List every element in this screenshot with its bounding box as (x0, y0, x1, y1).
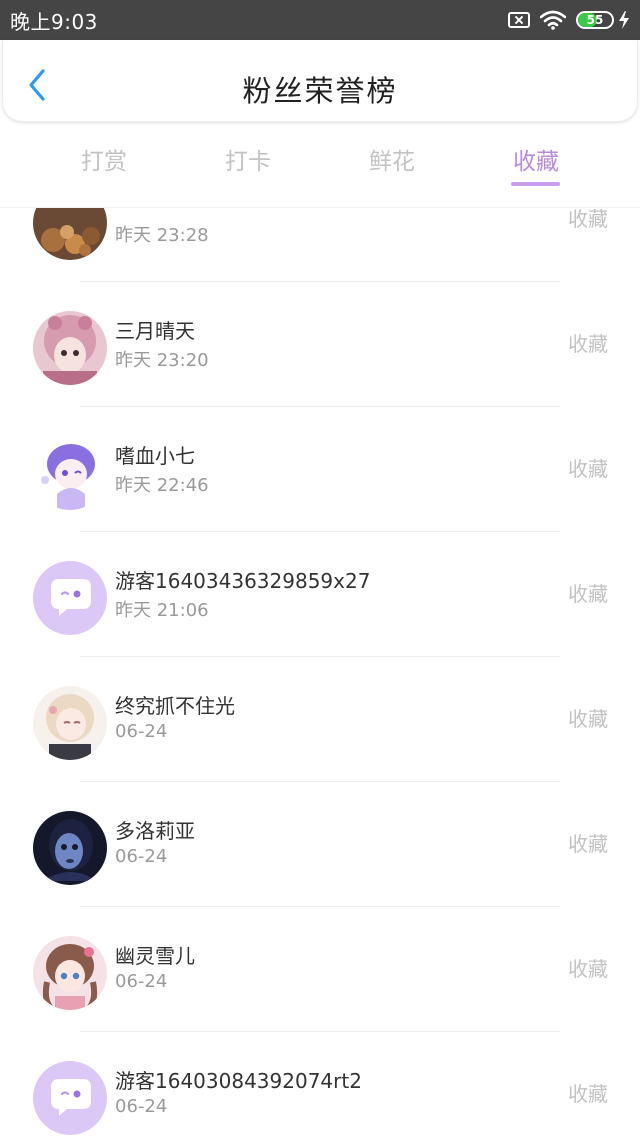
list-item[interactable]: 昨天 23:28 收藏 (0, 208, 640, 282)
list-item[interactable]: 游客16403084392074rt2 06-24 收藏 (0, 1032, 640, 1138)
list-item[interactable]: 幽灵雪儿 06-24 收藏 (0, 907, 640, 1032)
favorite-action[interactable]: 收藏 (568, 953, 608, 982)
user-name: 多洛莉亚 (115, 819, 195, 843)
battery-icon: 55 (576, 11, 630, 29)
timestamp: 昨天 22:46 (115, 475, 209, 496)
tab-favorites[interactable]: 收藏 (464, 142, 608, 176)
favorite-action[interactable]: 收藏 (568, 208, 608, 232)
status-bar: 晚上9:03 55 (0, 0, 640, 40)
favorite-action[interactable]: 收藏 (568, 578, 608, 607)
battery-level-text: 55 (586, 13, 604, 27)
guest-chat-bubble-avatar[interactable] (33, 1061, 107, 1135)
timestamp: 昨天 23:20 (115, 350, 209, 371)
status-icons: 55 (508, 10, 630, 30)
user-name: 游客16403084392074rt2 (115, 1069, 362, 1093)
tab-checkin[interactable]: 打卡 (176, 142, 320, 176)
user-name: 嗜血小七 (115, 444, 195, 468)
tab-flowers[interactable]: 鲜花 (320, 142, 464, 176)
favorite-action[interactable]: 收藏 (568, 828, 608, 857)
anime-girl-avatar[interactable] (33, 936, 107, 1010)
charging-icon (619, 11, 629, 29)
active-tab-indicator (511, 182, 560, 186)
user-name: 游客16403436329859x27 (115, 569, 371, 593)
food-photo-avatar[interactable] (33, 208, 107, 260)
user-name: 三月晴天 (115, 319, 195, 343)
blue-face-avatar[interactable] (33, 811, 107, 885)
blonde-girl-avatar[interactable] (33, 686, 107, 760)
timestamp: 昨天 23:28 (115, 225, 209, 246)
list-item[interactable]: 终究抓不住光 06-24 收藏 (0, 657, 640, 782)
timestamp: 06-24 (115, 846, 168, 867)
user-name: 终究抓不住光 (115, 694, 235, 718)
purple-hair-chibi-avatar[interactable] (33, 436, 107, 510)
list-item[interactable]: 游客16403436329859x27 昨天 21:06 收藏 (0, 532, 640, 657)
fan-list: 昨天 23:28 收藏 三月晴天 昨天 23:20 收藏 嗜血小七 昨天 22:… (0, 208, 640, 1138)
guest-chat-bubble-avatar[interactable] (33, 561, 107, 635)
favorite-action[interactable]: 收藏 (568, 1078, 608, 1107)
pink-hood-girl-avatar[interactable] (33, 311, 107, 385)
favorite-action[interactable]: 收藏 (568, 703, 608, 732)
timestamp: 06-24 (115, 721, 168, 742)
tab-reward[interactable]: 打赏 (32, 142, 176, 176)
user-name: 幽灵雪儿 (115, 944, 195, 968)
list-item[interactable]: 嗜血小七 昨天 22:46 收藏 (0, 407, 640, 532)
list-item[interactable]: 三月晴天 昨天 23:20 收藏 (0, 282, 640, 407)
favorite-action[interactable]: 收藏 (568, 453, 608, 482)
sim-off-icon (508, 12, 530, 28)
timestamp: 昨天 21:06 (115, 600, 209, 621)
tab-bar: 打赏 打卡 鲜花 收藏 (0, 122, 640, 208)
app-header: 粉丝荣誉榜 (2, 40, 638, 122)
timestamp: 06-24 (115, 971, 168, 992)
page-title: 粉丝荣誉榜 (242, 74, 398, 108)
favorite-action[interactable]: 收藏 (568, 328, 608, 357)
wifi-icon (540, 10, 566, 30)
list-item[interactable]: 多洛莉亚 06-24 收藏 (0, 782, 640, 907)
status-time: 晚上9:03 (10, 9, 98, 34)
timestamp: 06-24 (115, 1096, 168, 1117)
